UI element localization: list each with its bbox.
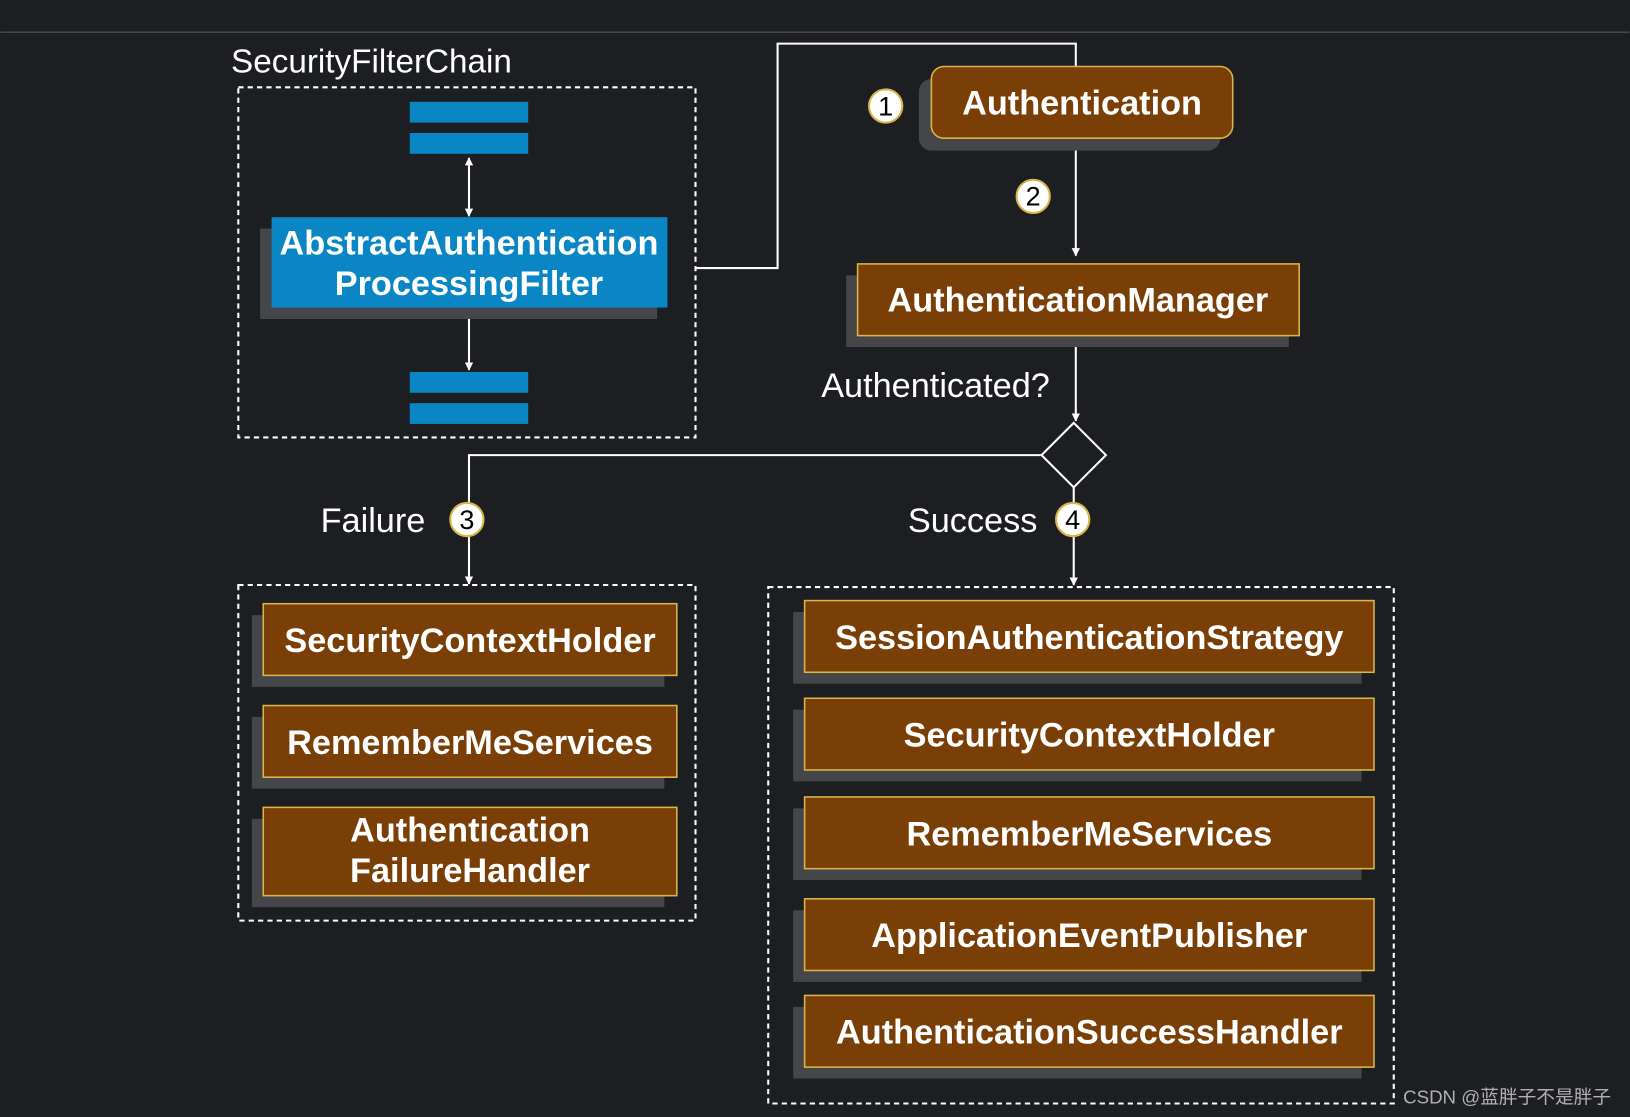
component-label: SecurityContextHolder: [904, 717, 1275, 755]
component-label: SecurityContextHolder: [284, 622, 655, 660]
decision-diamond: [1040, 421, 1108, 489]
component-label: ApplicationEventPublisher: [871, 917, 1307, 955]
component-label: Authentication: [350, 812, 590, 850]
component-label: RememberMeServices: [287, 724, 653, 762]
svg-text:2: 2: [1026, 182, 1041, 212]
component-box: RememberMeServices: [793, 796, 1375, 881]
step-4: 4: [1055, 501, 1091, 538]
filter-label-line2: ProcessingFilter: [335, 265, 604, 303]
filter-bar: [409, 403, 529, 424]
filter-bar: [409, 371, 529, 393]
filter-bar: [409, 101, 529, 123]
step-1: 1: [867, 88, 904, 124]
component-label: RememberMeServices: [906, 815, 1272, 853]
component-label: SessionAuthenticationStrategy: [835, 619, 1343, 657]
failure-components: SecurityContextHolder RememberMeServices A…: [251, 602, 678, 908]
step-3: 3: [449, 501, 485, 538]
component-label: FailureHandler: [350, 852, 590, 890]
component-box: SecurityContextHolder: [251, 602, 678, 687]
filter-label-line1: AbstractAuthentication: [280, 225, 659, 263]
step-2: 2: [1015, 178, 1051, 215]
watermark: CSDN @蓝胖子不是胖子: [1403, 1086, 1611, 1107]
svg-text:3: 3: [459, 505, 474, 535]
svg-text:4: 4: [1065, 505, 1080, 535]
component-box: AuthenticationSuccessHandler: [793, 994, 1375, 1079]
svg-text:1: 1: [878, 91, 893, 121]
filter-bar: [409, 133, 529, 154]
success-label: Success: [908, 502, 1038, 540]
authentication-manager-label: AuthenticationManager: [888, 282, 1269, 320]
component-box: AuthenticationFailureHandler: [251, 806, 678, 908]
authentication-flow-diagram: SecurityFilterChain AbstractAuthenticati…: [0, 31, 1630, 1107]
component-box: SessionAuthenticationStrategy: [793, 599, 1375, 684]
component-box: SecurityContextHolder: [793, 697, 1375, 782]
decision-label: Authenticated?: [821, 367, 1050, 405]
success-components: SessionAuthenticationStrategy SecurityCon…: [793, 599, 1375, 1079]
failure-label: Failure: [321, 502, 426, 540]
filter-chain-title: SecurityFilterChain: [231, 44, 512, 81]
authentication-label: Authentication: [962, 84, 1202, 122]
component-box: ApplicationEventPublisher: [793, 898, 1375, 982]
component-box: RememberMeServices: [251, 704, 678, 789]
component-label: AuthenticationSuccessHandler: [836, 1014, 1342, 1052]
